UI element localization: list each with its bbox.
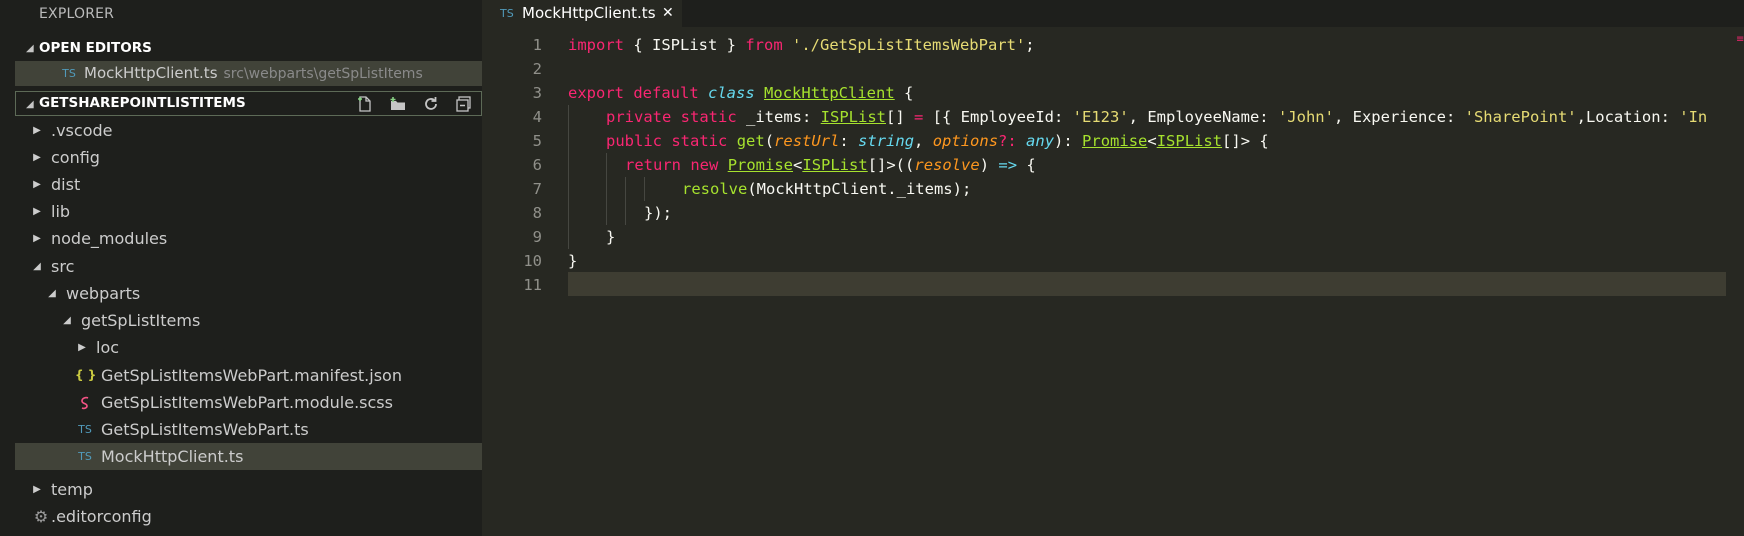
tree-folder-config[interactable]: ▶ config <box>15 144 482 171</box>
code-line-8: }); <box>644 204 672 222</box>
code-line-9: } <box>606 228 616 246</box>
tree-folder-node-modules[interactable]: ▶ node_modules <box>15 225 482 252</box>
typescript-file-icon: TS <box>78 423 92 436</box>
chevron-down-icon: ◢ <box>33 261 41 272</box>
tree-file-manifest-json[interactable]: { } GetSpListItemsWebPart.manifest.json <box>15 362 482 389</box>
line-number: 3 <box>532 84 542 102</box>
gear-icon: ⚙ <box>33 507 49 526</box>
tree-item-label: dist <box>51 175 81 194</box>
open-editor-item[interactable]: TS MockHttpClient.ts src\webparts\getSpLi… <box>15 61 482 86</box>
tree-file-mockhttpclient-ts[interactable]: TS MockHttpClient.ts <box>15 443 482 470</box>
tree-item-label: MockHttpClient.ts <box>101 447 244 466</box>
tree-folder-lib[interactable]: ▶ lib <box>15 198 482 225</box>
overview-ruler-mark: ≡ <box>1736 34 1744 45</box>
line-number: 1 <box>532 36 542 54</box>
refresh-icon[interactable] <box>419 92 442 115</box>
current-line-highlight <box>568 272 1726 296</box>
typescript-file-icon: TS <box>62 67 76 80</box>
scss-file-icon <box>75 389 95 416</box>
chevron-right-icon: ▶ <box>78 342 86 353</box>
typescript-file-icon: TS <box>500 7 514 20</box>
tree-item-label: config <box>51 148 100 167</box>
tree-folder-vscode[interactable]: ▶ .vscode <box>15 117 482 144</box>
chevron-right-icon: ▶ <box>33 206 41 217</box>
chevron-right-icon: ▶ <box>33 233 41 244</box>
new-folder-icon[interactable] <box>386 92 409 115</box>
chevron-down-icon: ◢ <box>48 288 56 299</box>
code-line-10: } <box>568 252 578 270</box>
indent-guide <box>568 105 569 249</box>
line-number: 8 <box>532 204 542 222</box>
tree-item-label: loc <box>96 338 120 357</box>
code-editor[interactable]: TS MockHttpClient.ts ✕ 1 2 3 4 5 6 7 8 9… <box>482 0 1744 536</box>
code-line-4: private static _items: ISPList[] = [{ Em… <box>606 108 1708 126</box>
tree-folder-dist[interactable]: ▶ dist <box>15 171 482 198</box>
chevron-right-icon: ▶ <box>33 179 41 190</box>
open-editors-label: OPEN EDITORS <box>39 40 152 56</box>
json-file-icon: { } <box>75 368 97 382</box>
open-editors-header[interactable]: ◢ OPEN EDITORS <box>15 36 482 61</box>
chevron-right-icon: ▶ <box>33 152 41 163</box>
chevron-right-icon: ▶ <box>33 484 41 495</box>
close-icon[interactable]: ✕ <box>662 0 674 27</box>
tree-item-label: src <box>51 257 75 276</box>
line-number: 7 <box>532 180 542 198</box>
line-number: 10 <box>523 252 542 270</box>
line-number: 11 <box>523 276 542 294</box>
tree-folder-loc[interactable]: ▶ loc <box>15 334 482 361</box>
explorer-sidebar: EXPLORER ◢ OPEN EDITORS TS MockHttpClien… <box>0 0 482 536</box>
tree-item-label: lib <box>51 202 71 221</box>
tree-folder-temp[interactable]: ▶ temp <box>15 476 482 503</box>
tree-folder-src[interactable]: ◢ src <box>15 253 482 280</box>
tab-mockhttpclient[interactable]: TS MockHttpClient.ts ✕ <box>482 0 682 27</box>
code-line-5: public static get(restUrl: string, optio… <box>606 132 1269 150</box>
tree-folder-getsplistitems[interactable]: ◢ getSpListItems <box>15 307 482 334</box>
open-editor-path: src\webparts\getSpListItems <box>223 66 423 82</box>
line-number: 5 <box>532 132 542 150</box>
indent-guide <box>644 177 645 201</box>
tree-file-editorconfig[interactable]: ⚙ .editorconfig <box>15 503 482 530</box>
project-header[interactable]: ◢ GETSHAREPOINTLISTITEMS <box>15 91 482 116</box>
code-line-1: import { ISPList } from './GetSpListItem… <box>568 36 1035 54</box>
typescript-file-icon: TS <box>78 450 92 463</box>
open-editor-filename: MockHttpClient.ts <box>84 64 218 82</box>
tree-file-webpart-ts[interactable]: TS GetSpListItemsWebPart.ts <box>15 416 482 443</box>
line-number: 4 <box>532 108 542 126</box>
line-number: 6 <box>532 156 542 174</box>
tree-item-label: getSpListItems <box>81 311 201 330</box>
chevron-down-icon: ◢ <box>26 43 34 54</box>
tree-item-label: GetSpListItemsWebPart.module.scss <box>101 393 393 412</box>
line-number: 2 <box>532 60 542 78</box>
indent-guide <box>625 177 626 225</box>
chevron-down-icon: ◢ <box>63 315 71 326</box>
tree-item-label: GetSpListItemsWebPart.ts <box>101 420 309 439</box>
line-number: 9 <box>532 228 542 246</box>
new-file-icon[interactable] <box>353 92 376 115</box>
tree-item-label: .editorconfig <box>51 507 152 526</box>
code-line-6: return new Promise<ISPList[]>((resolve) … <box>625 156 1036 174</box>
chevron-down-icon: ◢ <box>26 99 34 110</box>
tree-item-label: node_modules <box>51 229 168 248</box>
tree-item-label: webparts <box>66 284 141 303</box>
tab-bar: TS MockHttpClient.ts ✕ <box>482 0 1744 27</box>
tree-item-label: .vscode <box>51 121 113 140</box>
indent-guide <box>606 153 607 225</box>
code-line-3: export default class MockHttpClient { <box>568 84 914 102</box>
explorer-title: EXPLORER <box>39 6 115 22</box>
collapse-all-icon[interactable] <box>452 92 475 115</box>
code-line-7: resolve(MockHttpClient._items); <box>682 180 972 198</box>
tree-item-label: temp <box>51 480 93 499</box>
tab-label: MockHttpClient.ts <box>522 4 656 22</box>
chevron-right-icon: ▶ <box>33 125 41 136</box>
tree-folder-webparts[interactable]: ◢ webparts <box>15 280 482 307</box>
tree-item-label: GetSpListItemsWebPart.manifest.json <box>101 366 402 385</box>
tree-file-module-scss[interactable]: GetSpListItemsWebPart.module.scss <box>15 389 482 416</box>
project-label: GETSHAREPOINTLISTITEMS <box>39 95 246 111</box>
